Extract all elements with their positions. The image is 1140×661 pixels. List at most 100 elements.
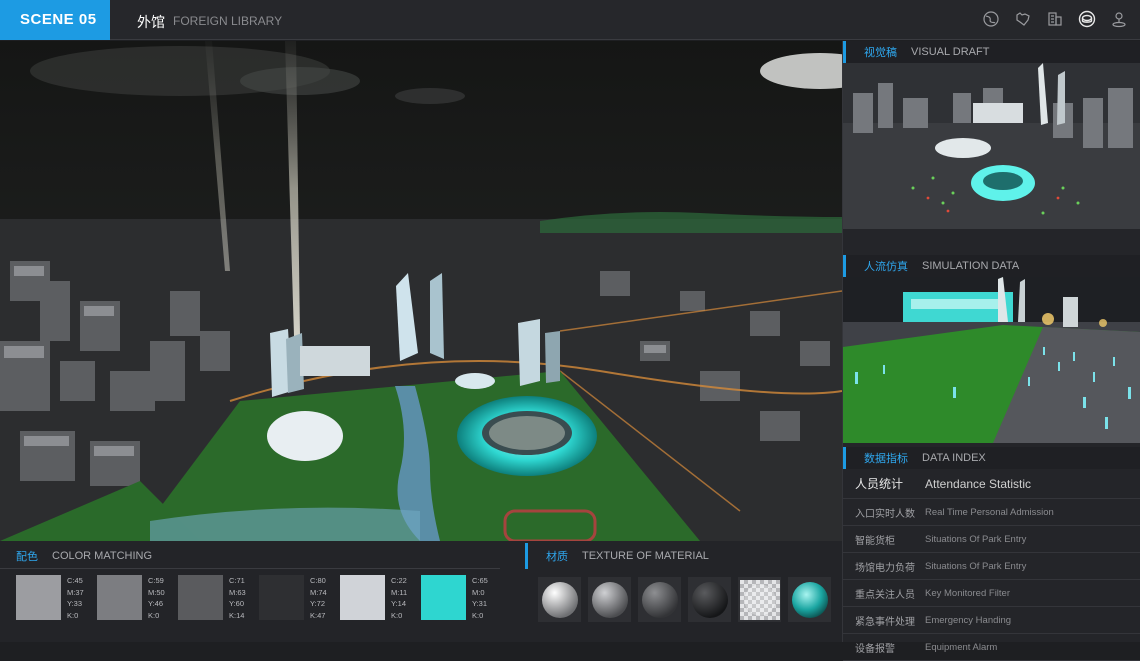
texture-title-en: TEXTURE OF MATERIAL [582,550,709,562]
cmyk-m: M:37 [67,587,84,597]
swatch-color-box [178,575,223,620]
right-panel: 视觉稿 VISUAL DRAFT 人流仿真 SIMULATION DATA 数据… [842,41,1140,661]
material-list [538,577,831,622]
color-swatch[interactable]: C:22 M:11 Y:14 K:0 [340,575,413,621]
color-swatch[interactable]: C:45 M:37 Y:33 K:0 [16,575,89,621]
heart-map-icon[interactable] [1014,10,1032,28]
cmyk-k: K:0 [391,610,403,620]
texture-header: 材质 TEXTURE OF MATERIAL [525,543,825,569]
row-label-cn: 入口实时人数 [855,508,915,520]
data-index-row[interactable]: 紧急事件处理 Emergency Handing [843,607,1140,634]
visual-draft-title-en: VISUAL DRAFT [911,46,990,58]
swatch-color-box [421,575,466,620]
row-label-cn: 场馆电力负荷 [855,562,915,574]
stat-label-cn: 人员统计 [855,477,904,491]
data-index-header-row[interactable]: 人员统计 Attendance Statistic [843,469,1140,499]
color-matching-header: 配色 COLOR MATCHING [0,543,500,569]
cmyk-c: C:45 [67,576,83,585]
cmyk-values: C:80 M:74 Y:72 K:47 [310,575,332,621]
data-index-row[interactable]: 重点关注人员 Key Monitored Filter [843,580,1140,607]
row-label-cn: 智能货柜 [855,535,895,547]
building-icon[interactable] [1046,10,1064,28]
cmyk-values: C:22 M:11 Y:14 K:0 [391,575,413,621]
simulation-header: 人流仿真 SIMULATION DATA [843,255,1140,277]
top-icon-bar [982,10,1128,28]
row-label-en: Situations Of Park Entry [925,560,1027,572]
cmyk-m: M:0 [472,587,485,597]
dark-grey-sphere-icon[interactable] [638,577,681,622]
cmyk-values: C:59 M:50 Y:46 K:0 [148,575,170,621]
cmyk-y: Y:72 [310,599,326,608]
simulation-title-en: SIMULATION DATA [922,260,1020,272]
transparent-sphere-icon[interactable] [738,577,781,622]
swatch-color-box [259,575,304,620]
top-bar: SCENE 05 外馆 FOREIGN LIBRARY [0,0,1140,40]
cmyk-m: M:50 [148,587,165,597]
color-swatch[interactable]: C:65 M:0 Y:31 K:0 [421,575,494,621]
data-index-row[interactable]: 场馆电力负荷 Situations Of Park Entry [843,553,1140,580]
cmyk-y: Y:14 [391,599,407,608]
cmyk-y: Y:31 [472,599,488,608]
row-label-cn: 重点关注人员 [855,589,915,601]
cmyk-m: M:63 [229,587,246,597]
swatch-color-box [16,575,61,620]
row-label-en: Situations Of Park Entry [925,533,1027,545]
swatch-color-box [340,575,385,620]
row-label-cn: 紧急事件处理 [855,616,915,628]
page-title-en: FOREIGN LIBRARY [173,14,283,28]
color-swatch[interactable]: C:80 M:74 Y:72 K:47 [259,575,332,621]
city-3d-view[interactable] [0,41,842,541]
cmyk-values: C:65 M:0 Y:31 K:0 [472,575,494,621]
stat-label-en: Attendance Statistic [925,476,1032,491]
cmyk-c: C:59 [148,576,164,585]
teal-glass-sphere-icon[interactable] [788,577,831,622]
cmyk-k: K:0 [148,610,160,620]
row-label-en: Equipment Alarm [925,641,998,653]
swatch-color-box [97,575,142,620]
data-index-row[interactable]: 智能货柜 Situations Of Park Entry [843,526,1140,553]
simulation-title-cn: 人流仿真 [864,261,908,273]
cmyk-k: K:14 [229,610,245,620]
data-index-row[interactable]: 入口实时人数 Real Time Personal Admission [843,499,1140,526]
color-swatch[interactable]: C:71 M:63 Y:60 K:14 [178,575,251,621]
color-swatch-list: C:45 M:37 Y:33 K:0 C:59 M:50 Y:46 K:0 C:… [16,575,494,621]
color-matching-title-en: COLOR MATCHING [52,549,153,562]
visual-draft-title-cn: 视觉稿 [864,47,897,59]
data-index-header: 数据指标 DATA INDEX [843,447,1140,469]
visual-draft-header: 视觉稿 VISUAL DRAFT [843,41,1140,63]
color-matching-title-cn: 配色 [16,550,38,563]
grey-sphere-icon[interactable] [588,577,631,622]
page-title-cn: 外馆 [137,14,165,30]
cmyk-values: C:71 M:63 Y:60 K:14 [229,575,251,621]
black-sphere-icon[interactable] [688,577,731,622]
texture-title-cn: 材质 [546,551,568,563]
cmyk-y: Y:60 [229,599,245,608]
data-index-title-en: DATA INDEX [922,452,986,464]
data-index-row[interactable]: 设备报警 Equipment Alarm [843,634,1140,661]
bottom-panel: 配色 COLOR MATCHING 材质 TEXTURE OF MATERIAL… [0,541,842,642]
cmyk-k: K:47 [310,610,326,620]
person-pin-icon[interactable] [1110,10,1128,28]
scene-badge[interactable]: SCENE 05 [0,0,110,40]
stadium-icon[interactable] [1078,10,1096,28]
visual-draft-thumbnail[interactable] [843,63,1140,229]
simulation-thumbnail[interactable] [843,277,1140,443]
cmyk-k: K:0 [67,610,79,620]
row-label-en: Real Time Personal Admission [925,506,1054,518]
row-label-en: Emergency Handing [925,614,1012,626]
data-index-title-cn: 数据指标 [864,453,908,465]
row-label-en: Key Monitored Filter [925,587,1011,599]
cmyk-c: C:71 [229,576,245,585]
cmyk-values: C:45 M:37 Y:33 K:0 [67,575,89,621]
cmyk-k: K:0 [472,610,484,620]
white-sphere-icon[interactable] [538,577,581,622]
cmyk-m: M:11 [391,587,408,597]
cmyk-y: Y:46 [148,599,164,608]
cmyk-m: M:74 [310,587,327,597]
cmyk-c: C:80 [310,576,326,585]
cmyk-y: Y:33 [67,599,83,608]
color-swatch[interactable]: C:59 M:50 Y:46 K:0 [97,575,170,621]
cmyk-c: C:65 [472,576,488,585]
globe-icon[interactable] [982,10,1000,28]
cmyk-c: C:22 [391,576,407,585]
